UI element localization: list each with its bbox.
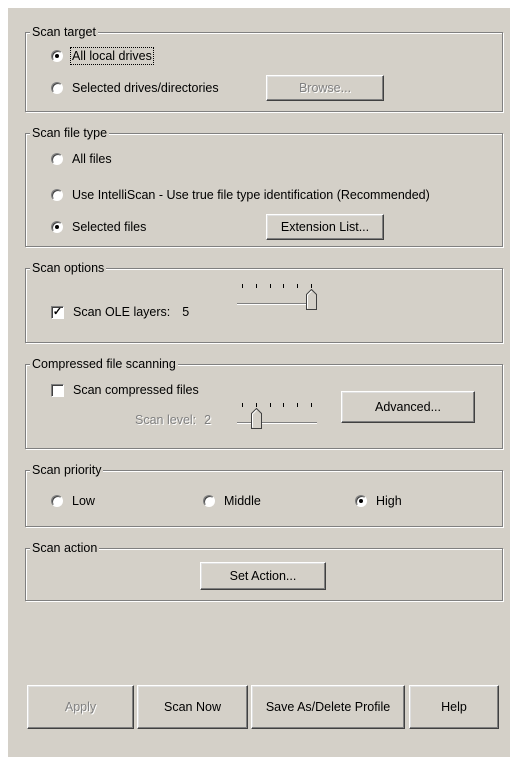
compressed-scanning-group: Compressed file scanning Scan compressed… [25,357,503,449]
slider-tick [311,284,312,288]
slider-tick [283,284,284,288]
slider-tick [311,403,312,407]
scan-file-type-group: Scan file type All files Use IntelliScan… [25,126,503,247]
slider-tick [256,403,257,407]
radio-label: Selected files [72,220,147,234]
ole-layers-value: 5 [182,305,190,319]
extension-list-button[interactable]: Extension List... [266,214,384,240]
radio-indicator[interactable] [51,50,63,62]
radio-indicator[interactable] [51,82,63,94]
ole-layers-slider[interactable] [237,280,317,314]
radio-indicator[interactable] [51,153,63,165]
browse-button[interactable]: Browse... [266,75,384,101]
compressed-scanning-legend: Compressed file scanning [30,357,178,371]
apply-button[interactable]: Apply [27,685,134,729]
scan-ole-layers-checkbox[interactable]: ✓ Scan OLE layers: 5 [51,304,189,320]
scan-level-readout: Scan level: 2 [135,412,211,428]
slider-thumb[interactable] [251,407,262,429]
radio-label: All local drives [70,47,154,65]
radio-priority-high[interactable]: High [355,493,402,509]
radio-label: Low [72,494,95,508]
radio-priority-low[interactable]: Low [51,493,95,509]
scan-file-type-legend: Scan file type [30,126,110,140]
slider-tick [270,284,271,288]
scan-compressed-checkbox[interactable]: Scan compressed files [51,382,199,398]
radio-indicator[interactable] [51,221,63,233]
radio-selected-files[interactable]: Selected files [51,219,146,235]
radio-label: High [376,494,402,508]
radio-label: Selected drives/directories [72,81,219,95]
scan-level-slider[interactable] [237,399,317,433]
slider-thumb[interactable] [306,288,317,310]
checkbox-label: Scan compressed files [73,383,199,397]
slider-tick [270,403,271,407]
scan-options-legend: Scan options [30,261,107,275]
radio-label: Use IntelliScan - Use true file type ide… [72,188,430,202]
set-action-button[interactable]: Set Action... [200,562,326,590]
radio-priority-middle[interactable]: Middle [203,493,261,509]
checkbox-indicator[interactable]: ✓ [51,305,64,319]
scan-action-legend: Scan action [30,541,100,555]
checkbox-label: Scan OLE layers: [73,305,171,319]
checkbox-indicator[interactable] [51,383,64,397]
scan-now-button[interactable]: Scan Now [137,685,248,729]
radio-indicator[interactable] [51,495,63,507]
advanced-button[interactable]: Advanced... [341,391,475,423]
slider-tick [256,284,257,288]
scan-priority-group: Scan priority Low Middle High [25,463,503,527]
scan-level-label: Scan level: [135,413,197,427]
settings-panel: Scan target All local drives Selected dr… [8,8,510,757]
scan-options-group: Scan options ✓ Scan OLE layers: 5 [25,261,503,343]
slider-tick [283,403,284,407]
slider-tick [297,284,298,288]
slider-tick [242,403,243,407]
radio-selected-drives[interactable]: Selected drives/directories [51,80,219,96]
radio-label: All files [72,152,112,166]
slider-tick [297,403,298,407]
radio-label: Middle [224,494,261,508]
help-button[interactable]: Help [409,685,499,729]
radio-indicator[interactable] [355,495,367,507]
scan-target-group: Scan target All local drives Selected dr… [25,25,503,112]
scan-target-legend: Scan target [30,25,98,39]
scan-action-group: Scan action Set Action... [25,541,503,601]
radio-indicator[interactable] [51,189,63,201]
scan-priority-legend: Scan priority [30,463,104,477]
scan-level-value: 2 [204,413,212,427]
slider-tick [242,284,243,288]
radio-all-files[interactable]: All files [51,151,112,167]
radio-indicator[interactable] [203,495,215,507]
radio-intelliscan[interactable]: Use IntelliScan - Use true file type ide… [51,187,430,203]
radio-all-local-drives[interactable]: All local drives [51,47,154,65]
save-delete-profile-button[interactable]: Save As/Delete Profile [251,685,405,729]
